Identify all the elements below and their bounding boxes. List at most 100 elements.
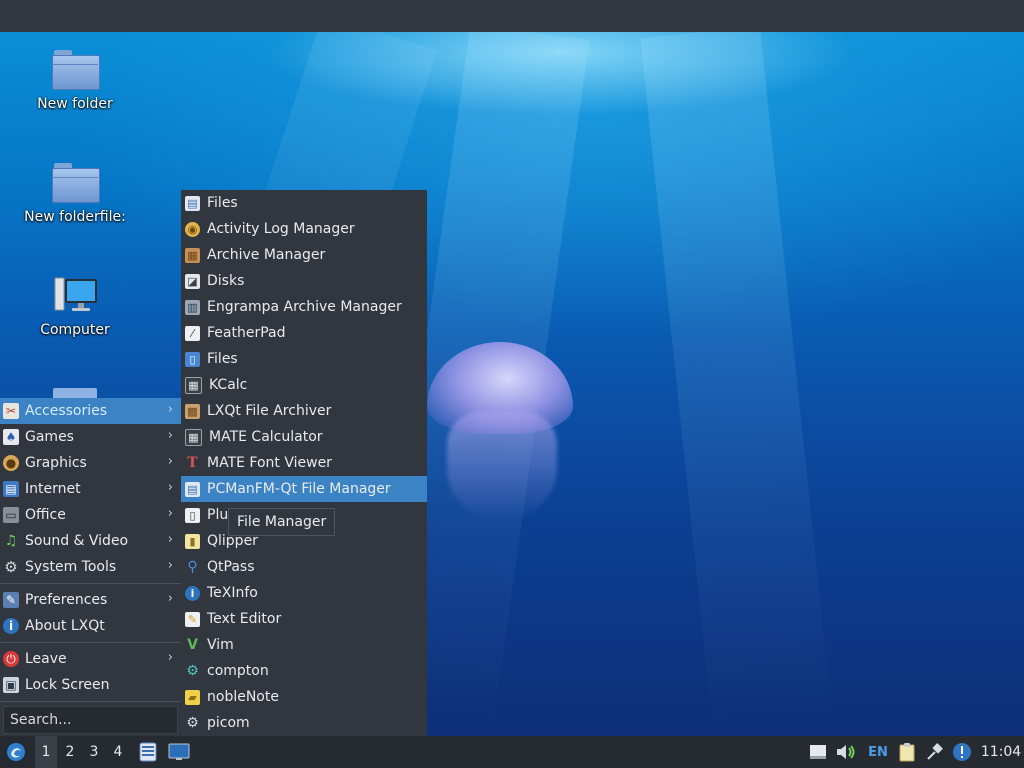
texinfo-icon: i: [185, 585, 200, 601]
workspace-label: 4: [113, 744, 123, 760]
graphics-icon: ●: [3, 455, 19, 471]
menu-category-internet[interactable]: ▤ Internet ›: [0, 476, 181, 502]
keyboard-layout-indicator[interactable]: EN: [865, 736, 891, 768]
submenu-item-vim[interactable]: V Vim: [181, 632, 427, 658]
menu-item-label: Preferences: [25, 592, 108, 608]
lxqt-logo-icon: [7, 743, 25, 761]
language-label: EN: [868, 744, 888, 760]
search-input[interactable]: [4, 707, 177, 733]
file-manager-launcher[interactable]: [137, 736, 159, 768]
submenu-item-texinfo[interactable]: i TeXInfo: [181, 580, 427, 606]
menu-item-label: Lock Screen: [25, 677, 110, 693]
disks-icon: ◪: [185, 273, 200, 289]
submenu-item-label: Text Editor: [207, 611, 282, 627]
submenu-item-label: TeXInfo: [207, 585, 258, 601]
submenu-item-picom[interactable]: ⚙ picom: [181, 710, 427, 736]
desktop-icon-label: New folderfile:: [24, 209, 126, 225]
chevron-right-icon: ›: [167, 428, 173, 443]
file-archiver-icon: ▩: [185, 403, 200, 419]
submenu-item-label: FeatherPad: [207, 325, 286, 341]
clock[interactable]: 11:04: [978, 736, 1024, 768]
submenu-item-files[interactable]: ▤ Files: [181, 190, 427, 216]
menu-item-about-lxqt[interactable]: i About LXQt: [0, 613, 181, 639]
tray-notes-button[interactable]: [807, 736, 829, 768]
workspace-3-button[interactable]: 3: [83, 736, 105, 768]
featherpad-icon: ⁄: [185, 325, 200, 341]
submenu-item-noblenote[interactable]: ▰ nobleNote: [181, 684, 427, 710]
submenu-item-kcalc[interactable]: ▦ KCalc: [181, 372, 427, 398]
about-icon: i: [3, 618, 19, 634]
submenu-item-pcmanfm-qt-file-manager[interactable]: ▤ PCManFM-Qt File Manager: [181, 476, 427, 502]
menu-item-preferences[interactable]: ✎ Preferences ›: [0, 587, 181, 613]
system-tools-icon: ⚙: [4, 558, 18, 576]
file-manager-icon: [139, 742, 157, 762]
desktop-icon-new-folderfile[interactable]: New folderfile:: [20, 163, 130, 225]
submenu-item-label: Engrampa Archive Manager: [207, 299, 402, 315]
clipboard-icon: [899, 743, 915, 762]
text-editor-icon: ✎: [185, 611, 200, 627]
menu-item-label: Leave: [25, 651, 67, 667]
desktop-icon-new-folder[interactable]: New folder: [20, 50, 130, 112]
chevron-right-icon: ›: [167, 402, 173, 417]
submenu-item-featherpad[interactable]: ⁄ FeatherPad: [181, 320, 427, 346]
network-button[interactable]: [923, 736, 947, 768]
clipboard-button[interactable]: [895, 736, 919, 768]
menu-separator: [0, 642, 181, 643]
preferences-icon: ✎: [3, 592, 19, 608]
submenu-item-mate-font-viewer[interactable]: T MATE Font Viewer: [181, 450, 427, 476]
tooltip: File Manager: [228, 508, 336, 536]
chevron-right-icon: ›: [167, 480, 173, 495]
menu-category-accessories[interactable]: ✂ Accessories ›: [0, 398, 181, 424]
submenu-item-files-2[interactable]: ▯ Files: [181, 346, 427, 372]
menu-separator: [0, 701, 181, 702]
desktop-icon: [168, 743, 190, 760]
submenu-item-text-editor[interactable]: ✎ Text Editor: [181, 606, 427, 632]
folder-icon: [51, 163, 100, 205]
submenu-item-archive-manager[interactable]: ▦ Archive Manager: [181, 242, 427, 268]
notification-button[interactable]: [950, 736, 974, 768]
submenu-item-label: QtPass: [207, 559, 255, 575]
leave-icon: ⏻: [3, 651, 19, 667]
workspace-1-button[interactable]: 1: [35, 736, 57, 768]
application-menu: ✂ Accessories › ♠ Games › ● Graphics › ▤…: [0, 398, 181, 736]
menu-category-office[interactable]: ▭ Office ›: [0, 502, 181, 528]
menu-item-lock-screen[interactable]: ▣ Lock Screen: [0, 672, 181, 698]
taskbar: 1 2 3 4 EN 11:04: [0, 736, 1024, 768]
menu-item-leave[interactable]: ⏻ Leave ›: [0, 646, 181, 672]
submenu-item-lxqt-file-archiver[interactable]: ▩ LXQt File Archiver: [181, 398, 427, 424]
submenu-item-compton[interactable]: ⚙ compton: [181, 658, 427, 684]
main-menu-button[interactable]: [4, 736, 28, 768]
menu-category-system-tools[interactable]: ⚙ System Tools ›: [0, 554, 181, 580]
menu-item-label: Internet: [25, 481, 81, 497]
desktop-icon-computer[interactable]: Computer: [20, 276, 130, 338]
submenu-item-activity-log-manager[interactable]: ◉ Activity Log Manager: [181, 216, 427, 242]
vim-icon: V: [187, 636, 198, 653]
calculator-icon: ▦: [185, 428, 202, 446]
submenu-item-label: Vim: [207, 637, 234, 653]
tooltip-text: File Manager: [237, 514, 327, 530]
chevron-right-icon: ›: [167, 532, 173, 547]
menu-item-label: About LXQt: [25, 618, 105, 634]
menu-item-label: Accessories: [25, 403, 108, 419]
compton-icon: ⚙: [186, 662, 199, 679]
menu-separator: [0, 583, 181, 584]
submenu-item-disks[interactable]: ◪ Disks: [181, 268, 427, 294]
workspace-4-button[interactable]: 4: [107, 736, 129, 768]
menu-category-games[interactable]: ♠ Games ›: [0, 424, 181, 450]
activity-log-icon: ◉: [185, 221, 200, 237]
qlipper-icon: ▮: [185, 533, 200, 549]
show-desktop-button[interactable]: [166, 736, 192, 768]
submenu-item-label: compton: [207, 663, 269, 679]
office-icon: ▭: [3, 507, 19, 523]
menu-category-sound-video[interactable]: ♫ Sound & Video ›: [0, 528, 181, 554]
volume-button[interactable]: [834, 736, 858, 768]
plugin-icon: ▯: [185, 507, 200, 523]
top-panel: [0, 0, 1024, 32]
menu-category-graphics[interactable]: ● Graphics ›: [0, 450, 181, 476]
workspace-2-button[interactable]: 2: [59, 736, 81, 768]
menu-search-box[interactable]: [3, 706, 178, 734]
submenu-item-mate-calculator[interactable]: ▦ MATE Calculator: [181, 424, 427, 450]
submenu-item-engrampa-archive-manager[interactable]: ▥ Engrampa Archive Manager: [181, 294, 427, 320]
workspace-label: 1: [41, 744, 51, 760]
submenu-item-qtpass[interactable]: ⚲ QtPass: [181, 554, 427, 580]
